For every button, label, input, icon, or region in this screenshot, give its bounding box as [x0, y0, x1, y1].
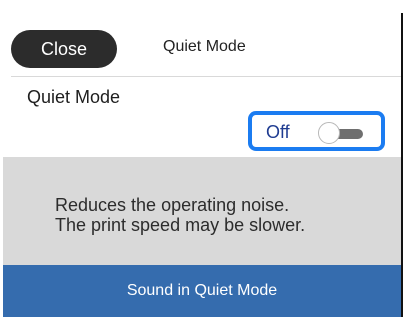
quiet-mode-label: Quiet Mode	[27, 87, 121, 107]
close-button[interactable]: Close	[11, 30, 117, 68]
description-panel: Reduces the operating noise. The print s…	[3, 157, 401, 265]
quiet-mode-toggle[interactable]: Off	[248, 111, 385, 151]
description-text: Reduces the operating noise. The print s…	[55, 195, 385, 235]
description-line-1: Reduces the operating noise.	[55, 195, 290, 215]
sound-in-quiet-mode-button[interactable]: Sound in Quiet Mode	[3, 265, 401, 317]
printer-panel-screen: Close Quiet Mode Quiet Mode Off Reduces …	[3, 13, 403, 317]
toggle-state-label: Off	[266, 122, 290, 142]
quiet-mode-setting-row: Quiet Mode Off	[3, 77, 401, 157]
description-line-2: The print speed may be slower.	[55, 215, 306, 235]
page-title: Quiet Mode	[163, 38, 246, 55]
header-bar: Close Quiet Mode	[3, 13, 401, 76]
toggle-knob	[318, 122, 340, 144]
toggle-switch-icon	[318, 122, 364, 144]
